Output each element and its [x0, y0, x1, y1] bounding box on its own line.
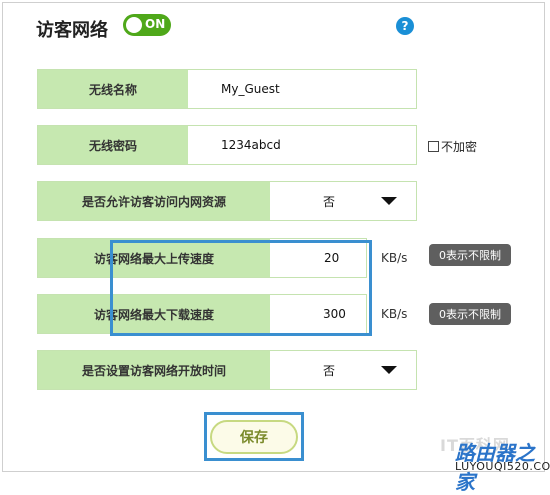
guest-network-toggle[interactable]: ON [123, 14, 171, 36]
schedule-row: 是否设置访客网络开放时间 否 [37, 350, 417, 390]
no-encrypt-option[interactable]: 不加密 [428, 138, 477, 155]
no-encrypt-label: 不加密 [441, 140, 478, 154]
help-icon[interactable]: ? [396, 17, 414, 35]
no-encrypt-checkbox[interactable] [428, 141, 439, 152]
password-label: 无线密码 [38, 126, 188, 164]
toggle-label: ON [145, 17, 166, 31]
save-button[interactable]: 保存 [210, 420, 298, 454]
lan-access-label: 是否允许访客访问内网资源 [38, 182, 270, 220]
schedule-select[interactable]: 否 [323, 351, 335, 389]
ssid-row: 无线名称 My_Guest [37, 69, 417, 109]
speed-highlight-box [110, 240, 372, 336]
password-input[interactable]: 1234abcd [221, 126, 281, 164]
download-hint-badge: 0表示不限制 [429, 303, 511, 325]
schedule-label: 是否设置访客网络开放时间 [38, 351, 270, 389]
password-row: 无线密码 1234abcd [37, 125, 417, 165]
chevron-down-icon[interactable] [381, 197, 397, 205]
page-title: 访客网络 [36, 20, 108, 41]
chevron-down-icon[interactable] [381, 366, 397, 374]
upload-unit: KB/s [381, 251, 408, 265]
ssid-input[interactable]: My_Guest [221, 70, 280, 108]
ssid-label: 无线名称 [38, 70, 188, 108]
toggle-knob [126, 17, 142, 33]
lan-access-select[interactable]: 否 [323, 182, 335, 220]
download-unit: KB/s [381, 307, 408, 321]
upload-hint-badge: 0表示不限制 [429, 244, 511, 266]
watermark-url: LUYOUQI520.COM [455, 460, 550, 473]
lan-access-row: 是否允许访客访问内网资源 否 [37, 181, 417, 221]
